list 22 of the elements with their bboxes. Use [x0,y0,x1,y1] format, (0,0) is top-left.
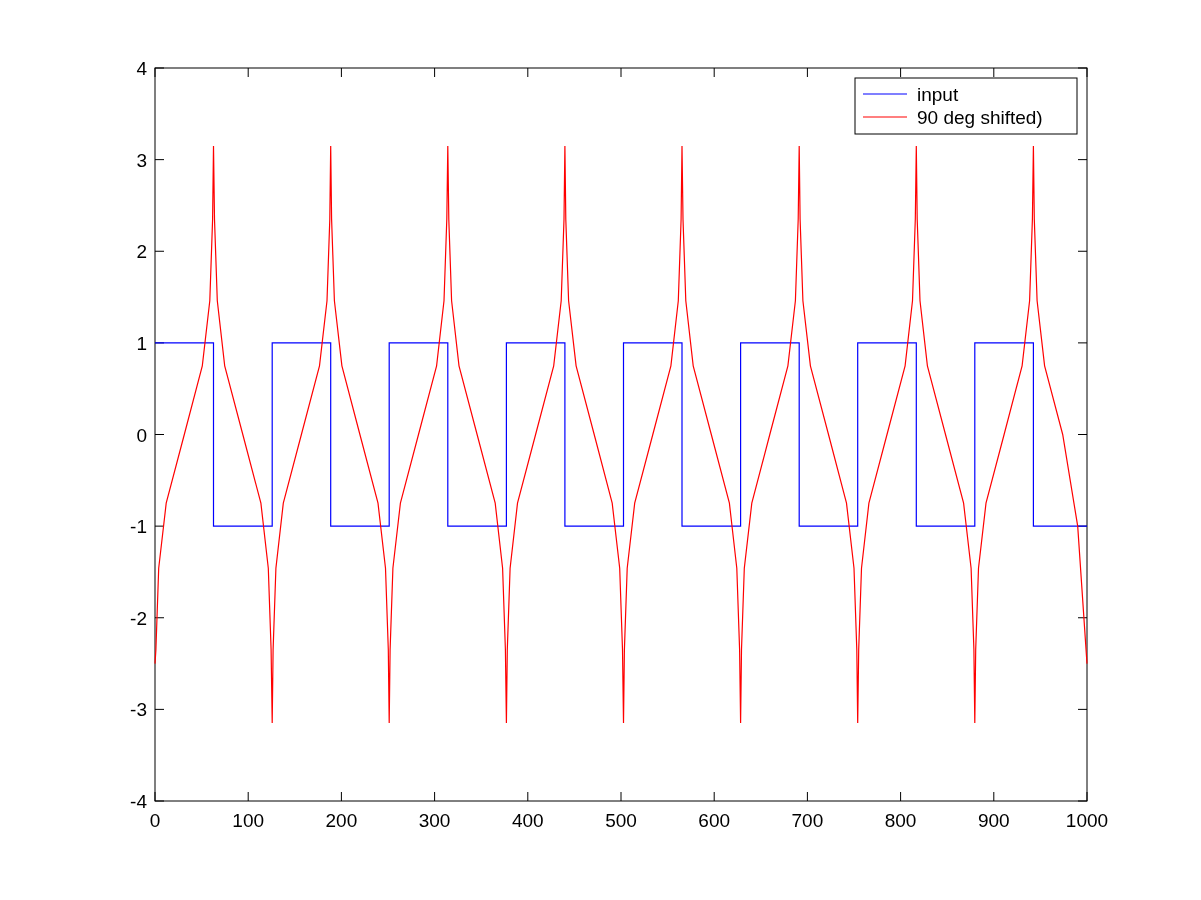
x-tick-label: 800 [884,810,917,831]
legend-label: input [917,84,959,105]
x-tick-label: 500 [605,810,637,831]
y-tick-label: -3 [130,699,147,721]
x-tick-label: 200 [325,810,358,831]
legend-label: 90 deg shifted) [917,107,1043,128]
y-tick-label: 4 [136,58,147,79]
x-tick-label: 0 [149,810,161,831]
x-tick-label: 700 [791,810,824,831]
x-tick-label: 300 [418,810,451,831]
x-tick-label: 100 [232,810,265,831]
y-tick-label: 3 [136,149,147,171]
x-tick-label: 1000 [1065,810,1109,831]
y-tick-label: -1 [130,516,147,538]
y-tick-label: 0 [136,424,147,446]
y-tick-label: 2 [136,241,147,263]
x-tick-label: 400 [511,810,544,831]
y-tick-label: -2 [130,607,147,629]
y-tick-label: -4 [130,791,147,812]
x-tick-label: 600 [698,810,731,831]
y-tick-label: 1 [136,332,147,354]
x-tick-label: 900 [977,810,1010,831]
